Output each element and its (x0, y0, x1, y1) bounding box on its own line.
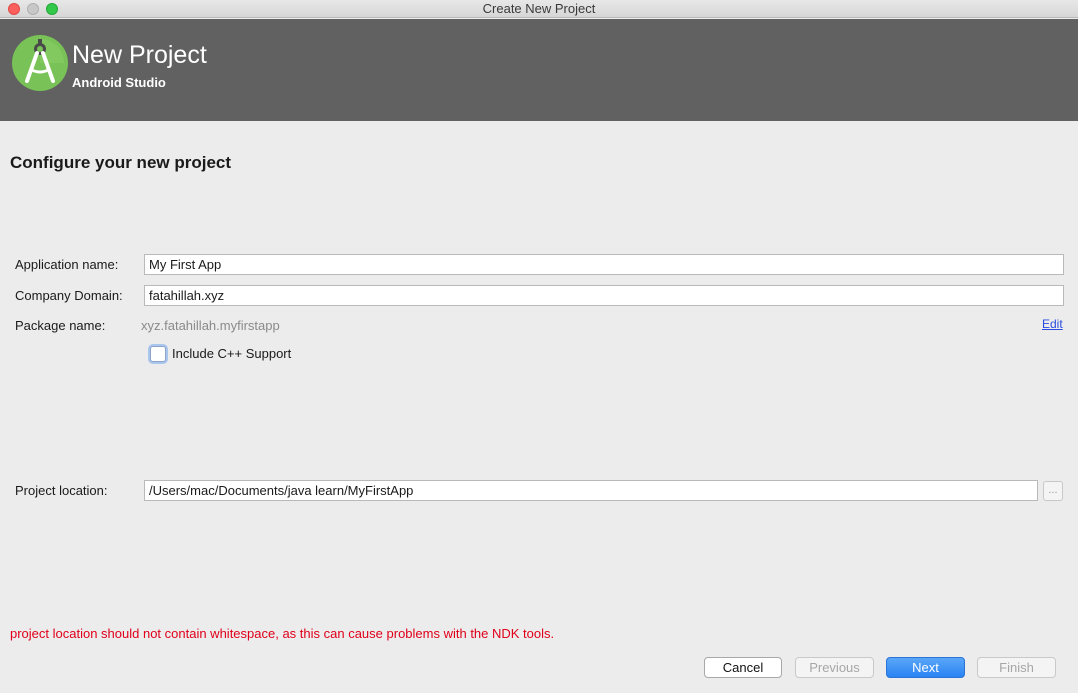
finish-button[interactable]: Finish (977, 657, 1056, 678)
application-name-field[interactable] (144, 254, 1064, 275)
next-button[interactable]: Next (886, 657, 965, 678)
error-message: project location should not contain whit… (10, 626, 555, 641)
browse-location-button[interactable]: ... (1043, 481, 1063, 501)
package-name-value: xyz.fatahillah.myfirstapp (141, 318, 280, 333)
include-cpp-checkbox[interactable] (150, 346, 166, 362)
window-titlebar: Create New Project (0, 0, 1078, 18)
header-title: New Project (72, 41, 207, 69)
previous-button[interactable]: Previous (795, 657, 874, 678)
project-location-label: Project location: (15, 483, 108, 498)
cancel-button[interactable]: Cancel (704, 657, 782, 678)
page-title: Configure your new project (10, 153, 232, 172)
company-domain-label: Company Domain: (15, 288, 123, 303)
android-studio-logo-icon (12, 35, 68, 91)
wizard-header: New Project Android Studio (0, 19, 1078, 121)
window-title: Create New Project (482, 1, 596, 16)
edit-package-link[interactable]: Edit (1042, 317, 1063, 331)
project-location-field[interactable] (144, 480, 1038, 501)
company-domain-field[interactable] (144, 285, 1064, 306)
header-subtitle: Android Studio (72, 75, 166, 90)
include-cpp-label[interactable]: Include C++ Support (172, 346, 291, 361)
package-name-label: Package name: (15, 318, 106, 333)
application-name-label: Application name: (15, 257, 119, 272)
